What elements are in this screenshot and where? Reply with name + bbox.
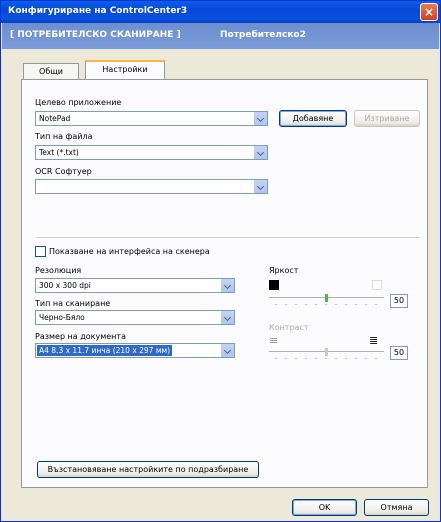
chevron-down-icon[interactable] — [220, 344, 234, 357]
tab-settings[interactable]: Настройки — [85, 60, 165, 81]
banner-section-title: [ ПОТРЕБИТЕЛСКО СКАНИРАНЕ ] — [10, 30, 181, 40]
ocr-label: OCR Софтуер — [35, 167, 92, 176]
slider-ticks — [271, 357, 382, 360]
resolution-value: 300 x 300 dpi — [39, 281, 91, 290]
scan-type-label: Тип на сканиране — [35, 299, 111, 308]
target-app-label: Целево приложение — [35, 98, 122, 107]
scan-type-select[interactable]: Черно-Бяло — [35, 310, 235, 325]
banner-profile-name: Потребителско2 — [220, 30, 306, 40]
slider-ticks — [271, 303, 382, 306]
resolution-select[interactable]: 300 x 300 dpi — [35, 278, 235, 293]
profile-banner: [ ПОТРЕБИТЕЛСКО СКАНИРАНЕ ] Потребителск… — [2, 23, 439, 49]
window-title: Конфигуриране на ControlCenter3 — [8, 6, 188, 16]
doc-size-value: A4 8.3 x 11.7 инча (210 x 297 мм) — [37, 345, 173, 356]
chevron-down-icon[interactable] — [220, 279, 234, 292]
dark-square-icon — [269, 280, 279, 290]
restore-defaults-button[interactable]: Възстановяване настройките по подразбира… — [37, 461, 259, 478]
cancel-button[interactable]: Отмяна — [364, 499, 429, 516]
resolution-label: Резолюция — [35, 266, 82, 275]
target-app-select[interactable]: NotePad — [35, 111, 268, 126]
light-square-icon — [372, 280, 382, 290]
close-button[interactable]: × — [420, 3, 438, 21]
brightness-slider[interactable] — [269, 292, 384, 312]
low-contrast-icon: ≡ — [269, 334, 279, 347]
ok-button[interactable]: OK — [292, 499, 357, 516]
doc-size-label: Размер на документа — [35, 332, 126, 341]
dialog-window: Конфигуриране на ControlCenter3 × [ ПОТР… — [0, 0, 441, 522]
settings-panel: Целево приложение NotePad Добавяне Изтри… — [21, 79, 428, 488]
ocr-select[interactable] — [35, 179, 268, 194]
file-type-select[interactable]: Text (*.txt) — [35, 145, 268, 160]
doc-size-select[interactable]: A4 8.3 x 11.7 инча (210 x 297 мм) — [35, 343, 235, 358]
scan-type-value: Черно-Бяло — [39, 313, 85, 322]
chevron-down-icon[interactable] — [253, 146, 267, 159]
slider-thumb[interactable] — [325, 348, 328, 356]
contrast-value[interactable]: 50 — [390, 346, 408, 360]
file-type-value: Text (*.txt) — [39, 148, 79, 157]
title-bar[interactable]: Конфигуриране на ControlCenter3 × — [1, 1, 440, 23]
show-interface-checkbox[interactable] — [35, 246, 46, 257]
high-contrast-icon: ≣ — [369, 334, 379, 347]
slider-thumb[interactable] — [325, 294, 328, 302]
show-interface-label: Показване на интерфейса на скенера — [49, 247, 210, 256]
brightness-label: Яркост — [269, 266, 299, 275]
contrast-label: Контраст — [269, 323, 309, 332]
file-type-label: Тип на файла — [35, 132, 93, 141]
target-app-value: NotePad — [39, 114, 71, 123]
brightness-value[interactable]: 50 — [390, 294, 408, 308]
chevron-down-icon[interactable] — [253, 180, 267, 193]
add-button[interactable]: Добавяне — [279, 110, 347, 127]
chevron-down-icon[interactable] — [220, 311, 234, 324]
chevron-down-icon[interactable] — [253, 112, 267, 125]
contrast-slider[interactable] — [269, 346, 384, 366]
section-divider — [36, 237, 419, 239]
delete-button[interactable]: Изтриване — [354, 110, 420, 127]
